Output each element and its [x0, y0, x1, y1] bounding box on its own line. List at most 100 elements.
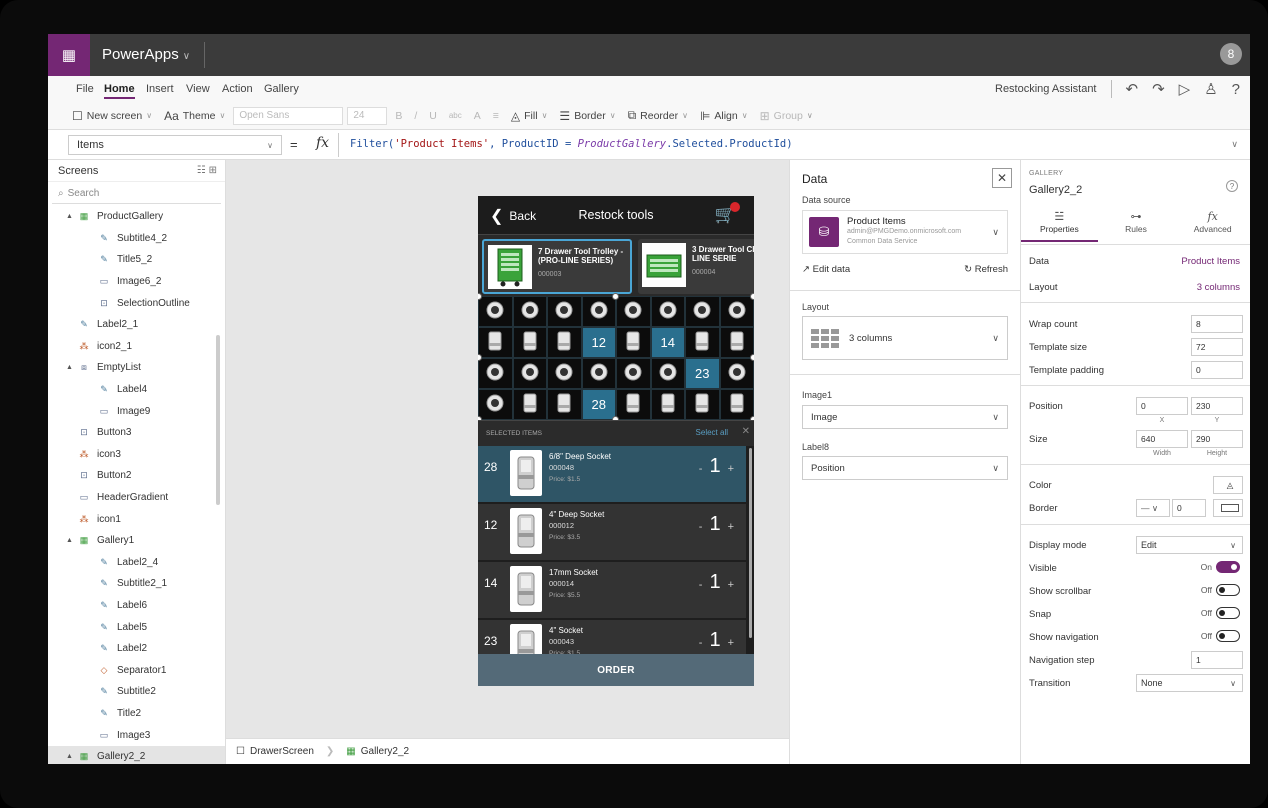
position-x-input[interactable]: 0 — [1136, 397, 1188, 415]
selected-item-row[interactable]: 23 4" Socket 000043 Price: $1.5-1 + — [478, 620, 746, 654]
list-scrollbar[interactable] — [749, 448, 752, 638]
socket-cell[interactable] — [478, 296, 513, 327]
plus-icon[interactable]: + — [728, 579, 734, 591]
socket-cell[interactable] — [478, 358, 513, 389]
transition-select[interactable]: None ∨ — [1136, 674, 1243, 692]
tree-node[interactable]: ⁂ icon1 — [48, 508, 225, 530]
theme-button[interactable]: Aa Theme ∨ — [160, 109, 229, 123]
minus-icon[interactable]: - — [699, 637, 703, 649]
resize-handle[interactable] — [612, 293, 619, 300]
socket-cell[interactable] — [616, 327, 651, 358]
socket-cell[interactable] — [616, 389, 651, 420]
socket-cell[interactable] — [719, 389, 754, 420]
tree-node[interactable]: ▭ Image6_2 — [48, 271, 225, 293]
collapse-arrow-icon[interactable]: ▲ — [66, 364, 76, 371]
tree-node[interactable]: ⁂ icon3 — [48, 444, 225, 466]
user-avatar[interactable]: 8 — [1220, 43, 1242, 65]
socket-cell[interactable] — [685, 389, 720, 420]
tree-node[interactable]: ✎ Label4 — [48, 379, 225, 401]
socket-cell[interactable] — [547, 296, 582, 327]
breadcrumb-screen[interactable]: ☐ DrawerScreen — [236, 746, 314, 757]
socket-cell[interactable]: 12 — [581, 327, 616, 358]
menu-home[interactable]: Home — [104, 83, 135, 99]
tab-advanced[interactable]: fx Advanced — [1174, 210, 1250, 242]
socket-cell[interactable] — [478, 389, 513, 420]
bold-button[interactable]: B — [391, 110, 406, 122]
collapse-arrow-icon[interactable]: ▲ — [66, 537, 76, 544]
tree-node[interactable]: ⊡ SelectionOutline — [48, 292, 225, 314]
position-y-input[interactable]: 230 — [1191, 397, 1243, 415]
close-icon[interactable]: ✕ — [742, 426, 750, 437]
tab-rules[interactable]: ⊶ Rules — [1098, 210, 1175, 242]
field1-select[interactable]: Image ∨ — [802, 405, 1008, 429]
border-color-button[interactable] — [1213, 499, 1243, 517]
undo-icon[interactable]: ↶ — [1126, 80, 1139, 98]
border-width-input[interactable]: 0 — [1172, 499, 1206, 517]
order-button[interactable]: ORDER — [478, 654, 754, 686]
formula-input[interactable]: Filter('Product Items', ProductID = Prod… — [350, 138, 793, 150]
plus-icon[interactable]: + — [728, 637, 734, 649]
menu-action[interactable]: Action — [222, 83, 253, 95]
menu-insert[interactable]: Insert — [146, 83, 174, 95]
italic-button[interactable]: / — [410, 110, 421, 122]
tree-node[interactable]: ✎ Title2 — [48, 703, 225, 725]
text-align-button[interactable]: ≡ — [489, 110, 503, 122]
app-launcher-icon[interactable]: ▦ — [48, 34, 90, 76]
wrap-count-input[interactable]: 8 — [1191, 315, 1243, 333]
tree-node[interactable]: ▲ ▦ ProductGallery — [48, 206, 225, 228]
socket-cell[interactable] — [512, 327, 547, 358]
socket-cell[interactable] — [547, 327, 582, 358]
reorder-button[interactable]: ⧉ Reorder ∨ — [624, 108, 692, 123]
view-toggle-icon[interactable]: ☷ ⊞ — [197, 165, 217, 176]
selected-item-row[interactable]: 14 17mm Socket 000014 Price: $5.5 -1 + — [478, 562, 746, 618]
socket-cell[interactable] — [719, 327, 754, 358]
socket-cell[interactable]: 14 — [650, 327, 685, 358]
tree-node[interactable]: ▭ Image3 — [48, 724, 225, 746]
select-all-link[interactable]: Select all — [696, 428, 728, 437]
socket-cell[interactable] — [685, 296, 720, 327]
fill-button[interactable]: ◬ Fill ∨ — [507, 109, 552, 123]
tree-search-box[interactable]: ⌕ Search — [52, 184, 221, 204]
tree-node[interactable]: ▲ ⧈ EmptyList — [48, 357, 225, 379]
socket-cell[interactable] — [512, 358, 547, 389]
new-screen-button[interactable]: ☐ New screen ∨ — [68, 109, 156, 123]
socket-cell[interactable] — [719, 358, 754, 389]
tree-node[interactable]: ✎ Label6 — [48, 595, 225, 617]
socket-cell[interactable] — [616, 358, 651, 389]
close-panel-button[interactable]: ✕ — [992, 168, 1012, 188]
minus-icon[interactable]: - — [699, 463, 703, 475]
socket-cell[interactable]: 23 — [685, 358, 720, 389]
socket-cell[interactable] — [581, 358, 616, 389]
socket-cell[interactable] — [650, 358, 685, 389]
collapse-arrow-icon[interactable]: ▲ — [66, 753, 76, 760]
snap-toggle[interactable]: Off — [1201, 607, 1240, 619]
tree-node[interactable]: ✎ Label2_4 — [48, 552, 225, 574]
navigation-step-input[interactable]: 1 — [1191, 651, 1243, 669]
app-name[interactable]: PowerApps ∨ — [102, 46, 190, 63]
data-prop-link[interactable]: Product Items — [1181, 256, 1240, 267]
socket-cell[interactable]: 28 — [581, 389, 616, 420]
border-style-select[interactable]: — ∨ — [1136, 499, 1170, 517]
help-icon[interactable]: ? — [1232, 81, 1240, 98]
tree-node[interactable]: ▭ HeaderGradient — [48, 487, 225, 509]
fill-color-button[interactable]: ◬ — [1213, 476, 1243, 494]
tree-node[interactable]: ✎ Label2_1 — [48, 314, 225, 336]
border-button[interactable]: ☰ Border ∨ — [555, 109, 619, 123]
tree-node[interactable]: ◇ Separator1 — [48, 659, 225, 681]
group-button[interactable]: ⊞ Group ∨ — [756, 109, 817, 123]
align-button[interactable]: ⊫ Align ∨ — [696, 109, 752, 123]
show-navigation-toggle[interactable]: Off — [1201, 630, 1240, 642]
layout-select[interactable]: 3 columns ∨ — [802, 316, 1008, 360]
template-padding-input[interactable]: 0 — [1191, 361, 1243, 379]
socket-cell[interactable] — [650, 389, 685, 420]
socket-cell[interactable] — [581, 296, 616, 327]
minus-icon[interactable]: - — [699, 521, 703, 533]
visible-toggle[interactable]: On — [1201, 561, 1240, 573]
font-select[interactable]: Open Sans — [233, 106, 344, 125]
edit-data-button[interactable]: ↗ Edit data — [802, 264, 850, 275]
play-icon[interactable]: ▷ — [1179, 80, 1191, 98]
redo-icon[interactable]: ↷ — [1152, 80, 1165, 98]
menu-gallery[interactable]: Gallery — [264, 83, 299, 95]
resize-handle[interactable] — [750, 354, 754, 361]
socket-cell[interactable] — [719, 296, 754, 327]
